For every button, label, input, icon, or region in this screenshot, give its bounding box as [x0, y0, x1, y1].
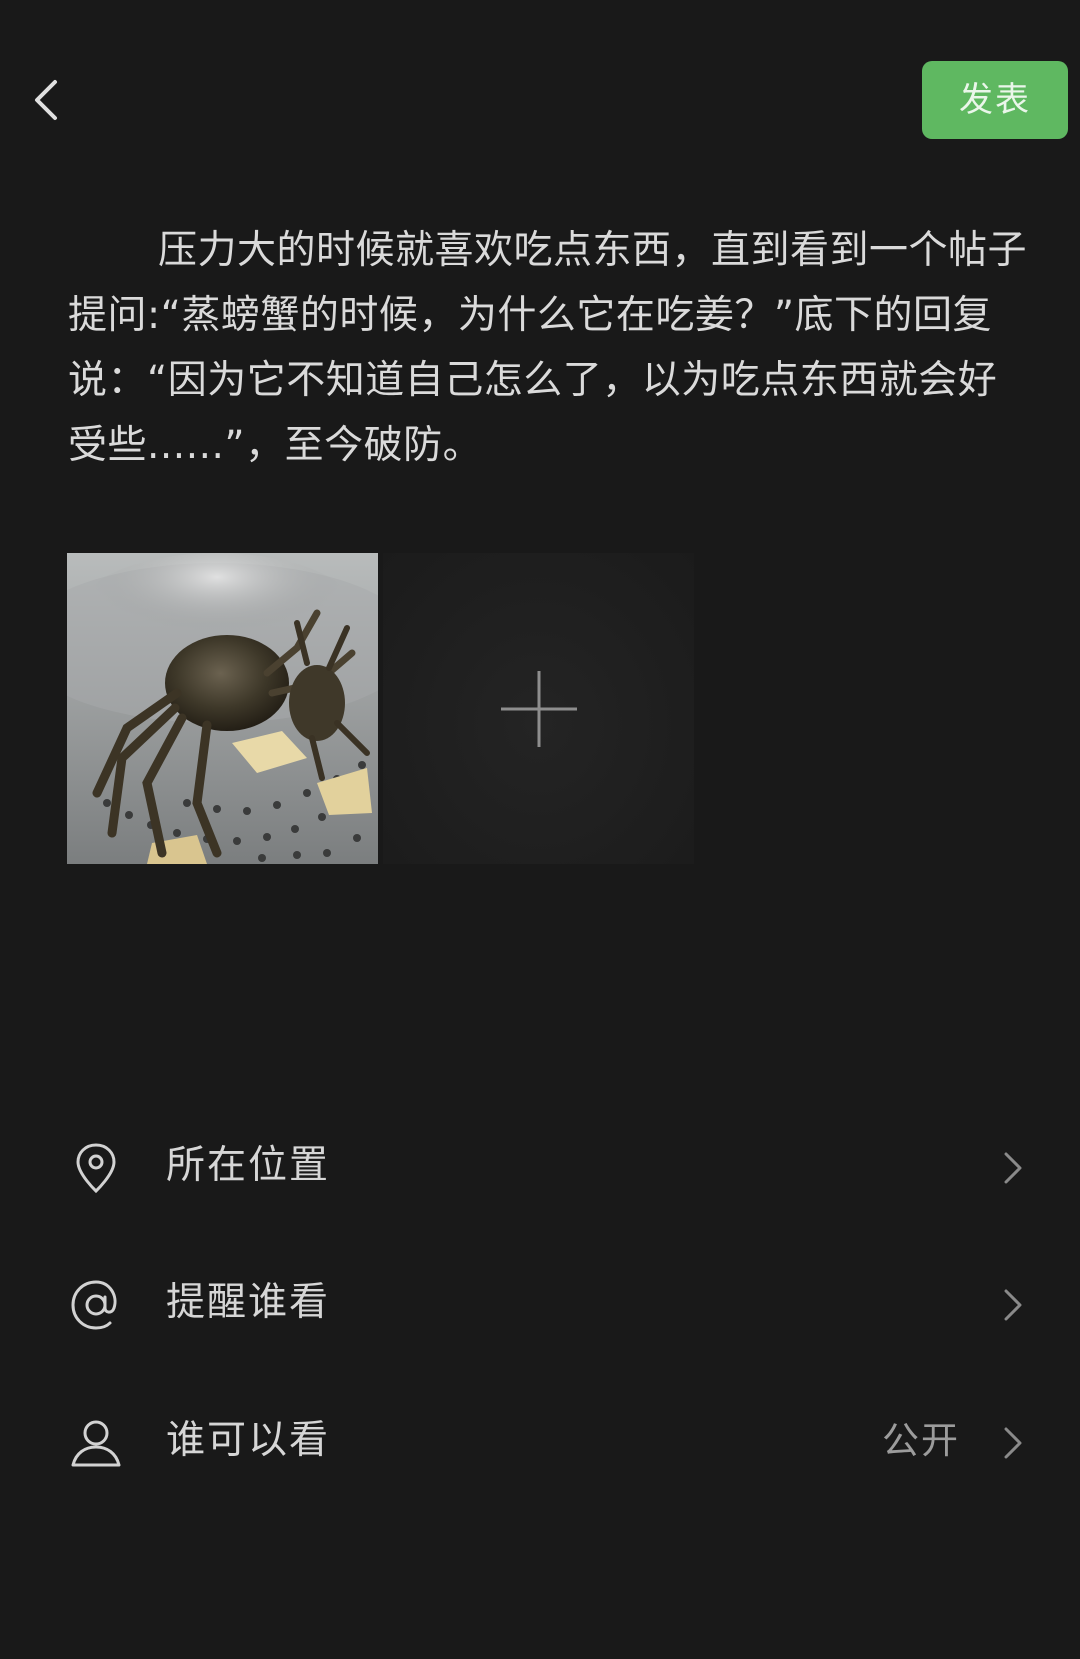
attached-photo[interactable]: [67, 553, 378, 864]
steamed-crab-image: [67, 553, 378, 864]
location-pin-icon: [76, 1143, 116, 1194]
mention-label: 提醒谁看: [166, 1280, 331, 1325]
post-text-input[interactable]: 压力大的时候就喜欢吃点东西，直到看到一个帖子提问:“蒸螃蟹的时候，为什么它在吃姜…: [68, 218, 1028, 478]
location-label: 所在位置: [166, 1143, 331, 1188]
location-row[interactable]: 所在位置: [0, 1112, 1080, 1222]
chevron-right-icon: [1004, 1152, 1022, 1184]
visibility-row[interactable]: 谁可以看 公开: [0, 1387, 1080, 1497]
back-button[interactable]: [18, 72, 74, 128]
user-icon: [71, 1420, 121, 1467]
chevron-right-icon: [1004, 1289, 1022, 1321]
chevron-left-icon: [35, 80, 57, 120]
visibility-label: 谁可以看: [166, 1418, 331, 1463]
mention-row[interactable]: 提醒谁看: [0, 1249, 1080, 1359]
at-icon: [71, 1280, 117, 1330]
publish-button[interactable]: 发表: [922, 61, 1068, 139]
visibility-value: 公开: [882, 1419, 960, 1462]
add-photo-button[interactable]: [383, 553, 694, 864]
plus-icon: [500, 670, 577, 747]
chevron-right-icon: [1004, 1427, 1022, 1459]
